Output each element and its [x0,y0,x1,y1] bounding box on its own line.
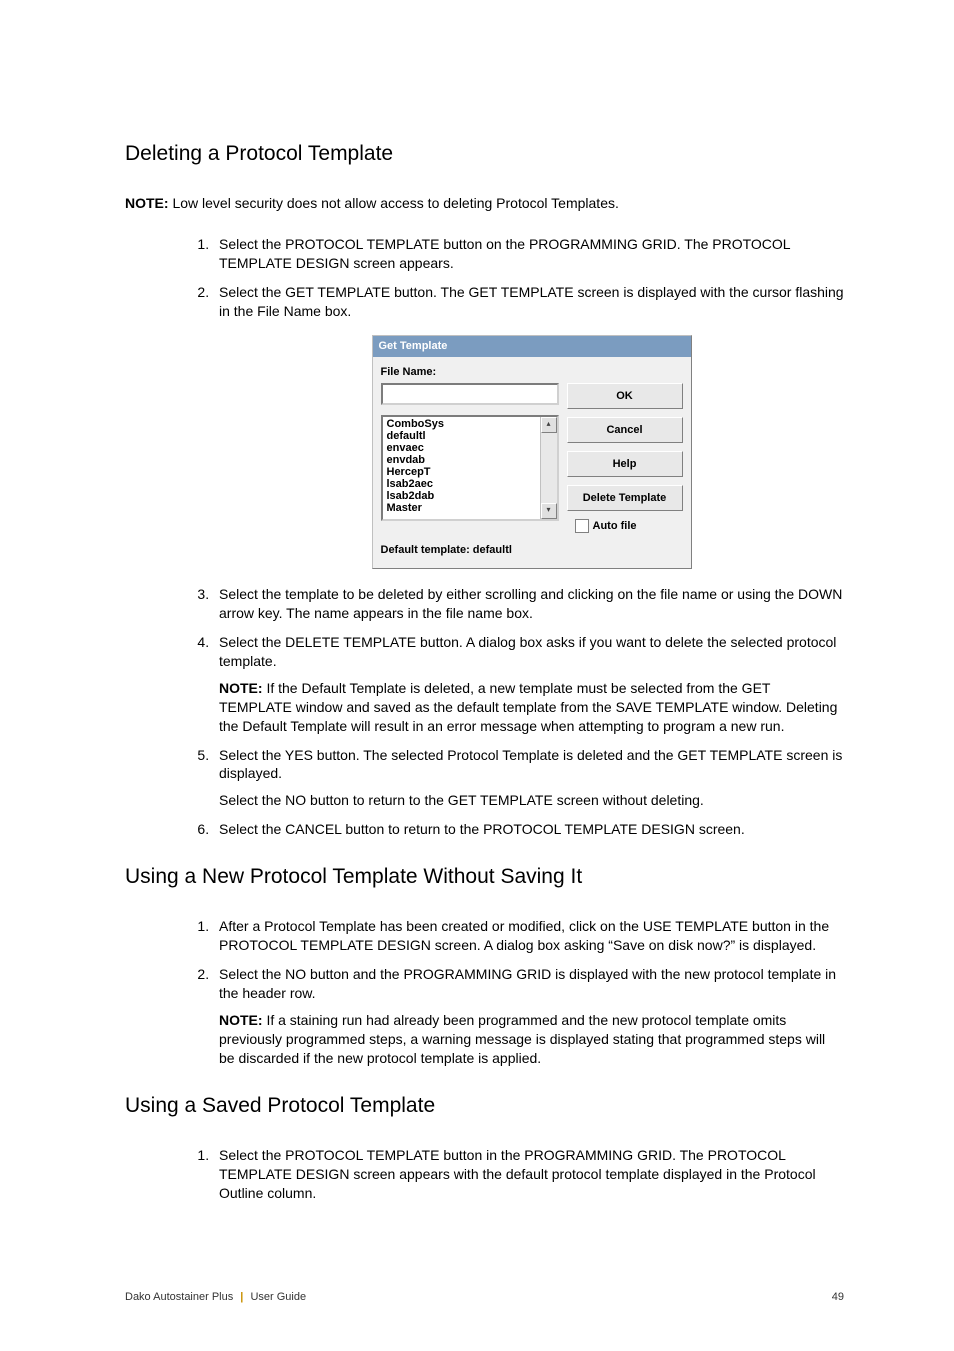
list-item: Select the DELETE TEMPLATE button. A dia… [213,633,844,735]
dialog-body: File Name: ComboSys defaultl envaec envd… [373,357,691,540]
list-item[interactable]: HercepT [387,466,536,478]
dialog-right-pane: OK Cancel Help Delete Template Auto file [567,365,683,534]
step-text: Select the YES button. The selected Prot… [219,747,842,782]
step-text: Select the CANCEL button to return to th… [219,821,745,837]
help-button[interactable]: Help [567,451,683,477]
dialog-footer: Default template: defaultl [373,539,691,568]
list-item: Select the YES button. The selected Prot… [213,746,844,811]
step-text: Select the DELETE TEMPLATE button. A dia… [219,634,836,669]
delete-template-button[interactable]: Delete Template [567,485,683,511]
file-name-input[interactable] [381,383,559,405]
steps-using-new: After a Protocol Template has been creat… [125,917,844,1067]
footer-product: Dako Autostainer Plus [125,1291,233,1303]
steps-deleting: Select the PROTOCOL TEMPLATE button on t… [125,235,844,839]
step-text: Select the template to be deleted by eit… [219,586,842,621]
auto-file-row: Auto file [567,519,683,534]
footer-doc: User Guide [250,1291,306,1303]
step-text: Select the PROTOCOL TEMPLATE button on t… [219,236,790,271]
get-template-dialog: Get Template File Name: ComboSys default… [372,335,692,570]
step-text: Select the PROTOCOL TEMPLATE button in t… [219,1147,816,1201]
list-item: After a Protocol Template has been creat… [213,917,844,955]
note-label: NOTE: [219,680,263,696]
default-template-value: defaultl [470,544,512,556]
note-text: Low level security does not allow access… [169,195,619,211]
ok-button[interactable]: OK [567,383,683,409]
step4-note: NOTE: If the Default Template is deleted… [219,679,844,736]
get-template-screenshot: Get Template File Name: ComboSys default… [219,335,844,570]
step-text: After a Protocol Template has been creat… [219,918,829,953]
auto-file-checkbox[interactable] [575,519,589,533]
page-number: 49 [832,1290,844,1305]
list-item[interactable]: lsab2aec [387,478,536,490]
step2-note: NOTE: If a staining run had already been… [219,1011,844,1068]
scroll-up-icon[interactable]: ▴ [541,417,557,433]
note-text: If the Default Template is deleted, a ne… [219,680,837,734]
step-text: Select the GET TEMPLATE button. The GET … [219,284,844,319]
note-text: If a staining run had already been progr… [219,1012,825,1066]
template-list-items[interactable]: ComboSys defaultl envaec envdab HercepT … [383,417,540,519]
dialog-left-pane: File Name: ComboSys defaultl envaec envd… [381,365,559,534]
security-note: NOTE: Low level security does not allow … [125,194,844,213]
auto-file-label: Auto file [593,519,637,534]
step-text: Select the NO button and the PROGRAMMING… [219,966,836,1001]
list-scrollbar[interactable]: ▴ ▾ [540,417,557,519]
list-item[interactable]: lsab2dab [387,490,536,502]
list-item: Select the template to be deleted by eit… [213,585,844,623]
list-item: Select the GET TEMPLATE button. The GET … [213,283,844,569]
note-label: NOTE: [219,1012,263,1028]
list-item[interactable]: defaultl [387,430,536,442]
list-item[interactable]: ComboSys [387,418,536,430]
heading-using-saved-template: Using a Saved Protocol Template [125,1092,844,1120]
footer-left: Dako Autostainer Plus | User Guide [125,1290,306,1305]
template-listbox[interactable]: ComboSys defaultl envaec envdab HercepT … [381,415,559,521]
file-name-label: File Name: [381,365,559,380]
heading-deleting-template: Deleting a Protocol Template [125,140,844,168]
list-item: Select the PROTOCOL TEMPLATE button on t… [213,235,844,273]
cancel-button[interactable]: Cancel [567,417,683,443]
heading-using-new-template: Using a New Protocol Template Without Sa… [125,863,844,891]
list-item: Select the NO button and the PROGRAMMING… [213,965,844,1067]
footer-separator-icon: | [233,1291,250,1303]
step5-extra: Select the NO button to return to the GE… [219,791,844,810]
list-item[interactable]: envaec [387,442,536,454]
dialog-titlebar: Get Template [373,336,691,357]
scroll-down-icon[interactable]: ▾ [541,503,557,519]
page: Deleting a Protocol Template NOTE: Low l… [0,0,954,1351]
list-item: Select the CANCEL button to return to th… [213,820,844,839]
list-item[interactable]: envdab [387,454,536,466]
list-item[interactable]: Master [387,502,536,514]
default-template-label: Default template: [381,544,470,556]
note-label: NOTE: [125,195,169,211]
list-item: Select the PROTOCOL TEMPLATE button in t… [213,1146,844,1203]
steps-using-saved: Select the PROTOCOL TEMPLATE button in t… [125,1146,844,1203]
page-footer: Dako Autostainer Plus | User Guide 49 [125,1290,844,1305]
